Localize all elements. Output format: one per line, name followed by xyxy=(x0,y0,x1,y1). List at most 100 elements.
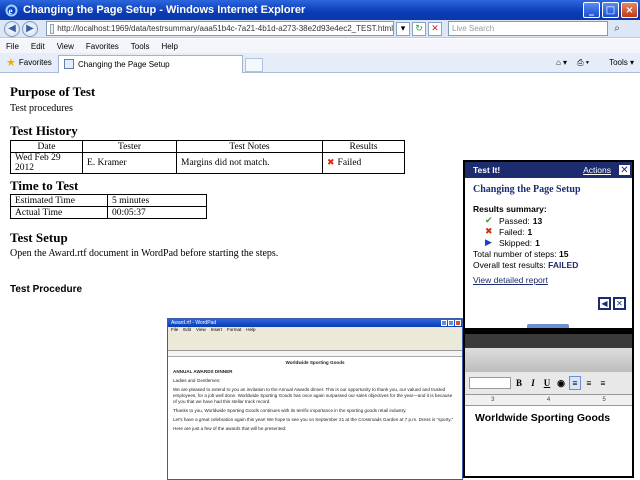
wordpad-heading: Worldwide Sporting Goods xyxy=(285,360,345,365)
time-value: 5 minutes xyxy=(107,194,207,207)
failed-icon: ✖ xyxy=(327,158,335,168)
history-result: ✖ Failed xyxy=(322,152,405,174)
table-row: Wed Feb 29 2012 E. Kramer Margins did no… xyxy=(10,152,405,174)
test-it-title: Test It! xyxy=(473,165,501,175)
wordpad-menu-item: Format xyxy=(226,327,242,332)
tools-label: Tools xyxy=(609,58,628,67)
total-steps-row: Total number of steps: 15 xyxy=(465,249,632,260)
print-icon[interactable]: ⎙ ▾ xyxy=(577,58,589,68)
skipped-count: 1 xyxy=(535,238,540,248)
zoom-ruler: 3 4 5 xyxy=(465,394,632,406)
column-header: Results xyxy=(322,140,405,153)
align-center-icon: ≡ xyxy=(586,378,592,388)
time-value: 00:05:37 xyxy=(107,206,207,219)
previous-icon[interactable]: ◀ xyxy=(598,297,611,310)
overall-value: FAILED xyxy=(548,260,579,270)
wordpad-screenshot: Award.rtf - WordPad File Edit View Inser… xyxy=(167,318,463,480)
svg-text:e: e xyxy=(8,6,12,16)
column-header: Test Notes xyxy=(176,140,323,153)
menu-help[interactable]: Help xyxy=(161,42,177,51)
tab-changing-page-setup[interactable]: Changing the Page Setup xyxy=(58,54,243,73)
ruler-mark: 5 xyxy=(602,397,606,403)
failed-row: ✖ Failed: 1 xyxy=(465,227,632,238)
total-count: 15 xyxy=(559,249,569,259)
ruler-mark: 3 xyxy=(491,397,495,403)
favorites-bar: ★ Favorites Changing the Page Setup ⌂ ▾ … xyxy=(0,53,640,73)
column-header: Tester xyxy=(82,140,177,153)
italic-icon: I xyxy=(531,378,535,388)
command-bar: ⌂ ▾ ⎙ ▾ Tools ▾ xyxy=(546,58,640,68)
test-it-header: Test It! Actions ✕ xyxy=(465,162,632,178)
zoom-title-strip xyxy=(465,330,632,348)
overall-label: Overall test results: xyxy=(473,260,546,270)
test-name: Changing the Page Setup xyxy=(473,184,581,195)
wordpad-menu-item: File xyxy=(171,327,179,332)
align-left-icon: ≡ xyxy=(569,376,581,390)
menu-file[interactable]: File xyxy=(6,42,19,51)
results-summary-label: Results summary: xyxy=(473,204,547,214)
table-row: Estimated Time 5 minutes xyxy=(10,194,207,207)
skipped-label: Skipped: xyxy=(499,238,533,248)
time-table: Estimated Time 5 minutes Actual Time 00:… xyxy=(10,194,207,219)
zoom-preview-panel: B I U ◉ ≡ ≡ ≡ 3 4 5 Worldwide Sporting G… xyxy=(463,330,634,478)
favorites-button[interactable]: ★ Favorites xyxy=(0,56,58,69)
menu-tools[interactable]: Tools xyxy=(131,42,150,51)
address-input[interactable]: http://localhost:1969/data/testrsummary/… xyxy=(46,21,394,36)
zoom-document-text: Worldwide Sporting Goods xyxy=(475,412,611,424)
color-icon: ◉ xyxy=(557,377,565,388)
search-placeholder: Live Search xyxy=(452,24,495,33)
failed-label: Failed: xyxy=(499,227,525,237)
wordpad-toolbar xyxy=(168,333,462,351)
history-table: Date Tester Test Notes Results Wed Feb 2… xyxy=(10,140,405,174)
close-icon[interactable]: ✕ xyxy=(613,297,626,310)
actions-link[interactable]: Actions xyxy=(583,165,611,175)
window-title: Changing the Page Setup - Windows Intern… xyxy=(23,4,306,16)
wordpad-paragraph: Ladies and Gentlemen: xyxy=(173,378,221,383)
search-input[interactable]: Live Search xyxy=(448,21,608,36)
passed-label: Passed: xyxy=(499,216,530,226)
passed-row: ✔ Passed: 13 xyxy=(465,216,632,227)
tools-menu[interactable]: Tools ▾ xyxy=(599,58,634,67)
refresh-icon[interactable]: ↻ xyxy=(412,21,426,36)
skipped-row: ▶ Skipped: 1 xyxy=(465,238,632,249)
back-icon[interactable]: ◀ xyxy=(4,20,20,37)
close-button[interactable]: × xyxy=(621,2,638,18)
stop-icon[interactable]: ✕ xyxy=(428,21,442,36)
minimize-button[interactable]: _ xyxy=(583,2,600,18)
table-row: Actual Time 00:05:37 xyxy=(10,206,207,219)
forward-icon[interactable]: ▶ xyxy=(22,20,38,37)
passed-count: 13 xyxy=(532,216,543,226)
align-right-icon: ≡ xyxy=(600,378,606,388)
history-notes: Margins did not match. xyxy=(176,152,323,174)
failed-count: 1 xyxy=(527,227,533,237)
star-icon: ★ xyxy=(6,57,16,69)
menu-view[interactable]: View xyxy=(57,42,74,51)
history-tester: E. Kramer xyxy=(82,152,177,174)
check-icon: ✔ xyxy=(485,216,493,226)
tab-label: Changing the Page Setup xyxy=(78,59,170,69)
purpose-text: Test procedures xyxy=(10,103,73,114)
font-size-dropdown xyxy=(469,377,511,389)
address-dropdown-icon[interactable]: ▾ xyxy=(396,21,410,36)
home-icon[interactable]: ⌂ ▾ xyxy=(556,58,567,67)
menu-favorites[interactable]: Favorites xyxy=(86,42,119,51)
new-tab-button[interactable] xyxy=(245,57,263,72)
search-icon[interactable]: ⌕ xyxy=(610,22,624,36)
table-header-row: Date Tester Test Notes Results xyxy=(10,140,405,153)
favorites-label: Favorites xyxy=(18,58,52,67)
view-detailed-report-link[interactable]: View detailed report xyxy=(465,275,632,285)
menu-edit[interactable]: Edit xyxy=(31,42,45,51)
procedure-heading: Test Procedure xyxy=(10,284,83,295)
wordpad-menu-item: View xyxy=(196,327,206,332)
panel-resize-grip[interactable] xyxy=(527,324,569,328)
ruler-mark: 4 xyxy=(546,397,551,403)
wordpad-paragraph: We are pleased to extend to you an invit… xyxy=(173,387,453,404)
maximize-button[interactable]: □ xyxy=(602,2,619,18)
window-title-bar: e Changing the Page Setup - Windows Inte… xyxy=(0,0,640,20)
zoom-format-toolbar: B I U ◉ ≡ ≡ ≡ xyxy=(465,372,632,394)
address-url: http://localhost:1969/data/testrsummary/… xyxy=(57,24,393,33)
close-panel-icon[interactable]: ✕ xyxy=(617,163,632,177)
history-heading: Test History xyxy=(10,123,78,138)
wordpad-menu-item: Insert xyxy=(210,327,222,332)
skip-arrow-icon: ▶ xyxy=(485,238,492,248)
